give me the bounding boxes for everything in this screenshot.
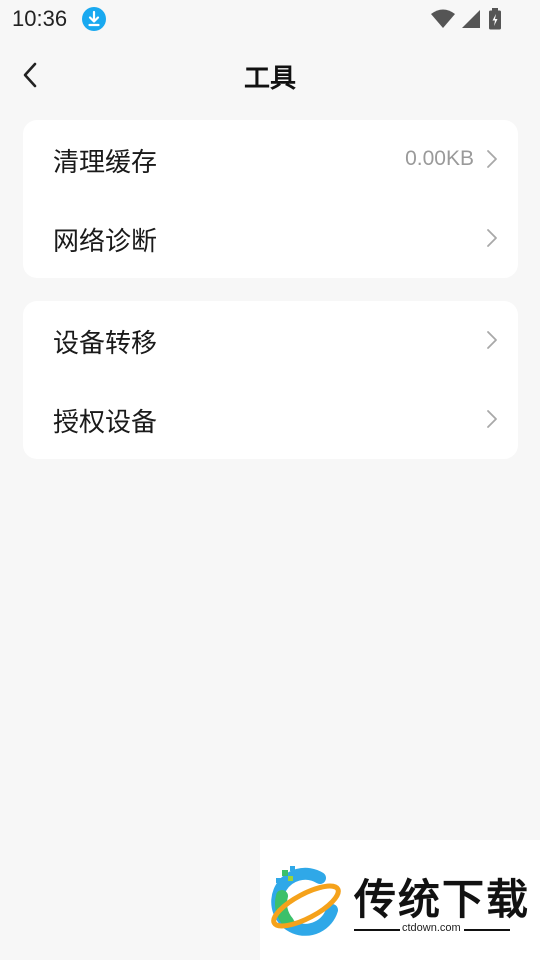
watermark: 传统下载 ctdown.com [260,840,540,960]
cache-size-value: 0.00KB [405,147,474,170]
nav-bar: 工具 [0,48,540,104]
network-diagnosis-row[interactable]: 网络诊断 [23,199,518,278]
device-transfer-row[interactable]: 设备转移 [23,301,518,380]
watermark-logo-icon [271,866,341,936]
authorized-devices-row[interactable]: 授权设备 [23,380,518,459]
row-label: 授权设备 [53,408,158,438]
chevron-right-icon [487,331,497,349]
chevron-right-icon [487,410,497,428]
page-title: 工具 [243,64,296,94]
watermark-url: ctdown.com [402,922,461,934]
clear-cache-row[interactable]: 清理缓存 0.00KB [23,120,518,199]
settings-card-1: 清理缓存 0.00KB 网络诊断 [23,120,518,278]
watermark-brand: 传统下载 [354,875,531,924]
divider [464,929,510,931]
status-bar: 10:36 [0,0,540,40]
row-label: 网络诊断 [53,227,158,257]
wifi-icon [431,9,455,28]
settings-card-2: 设备转移 授权设备 [23,301,518,459]
row-label: 清理缓存 [53,148,158,178]
divider [354,929,400,931]
row-label: 设备转移 [53,329,158,359]
status-time: 10:36 [12,6,68,31]
chevron-right-icon [487,229,497,247]
battery-icon [489,8,501,30]
chevron-right-icon [487,150,497,168]
cellular-signal-icon [462,10,480,28]
download-notification-icon [82,7,106,31]
